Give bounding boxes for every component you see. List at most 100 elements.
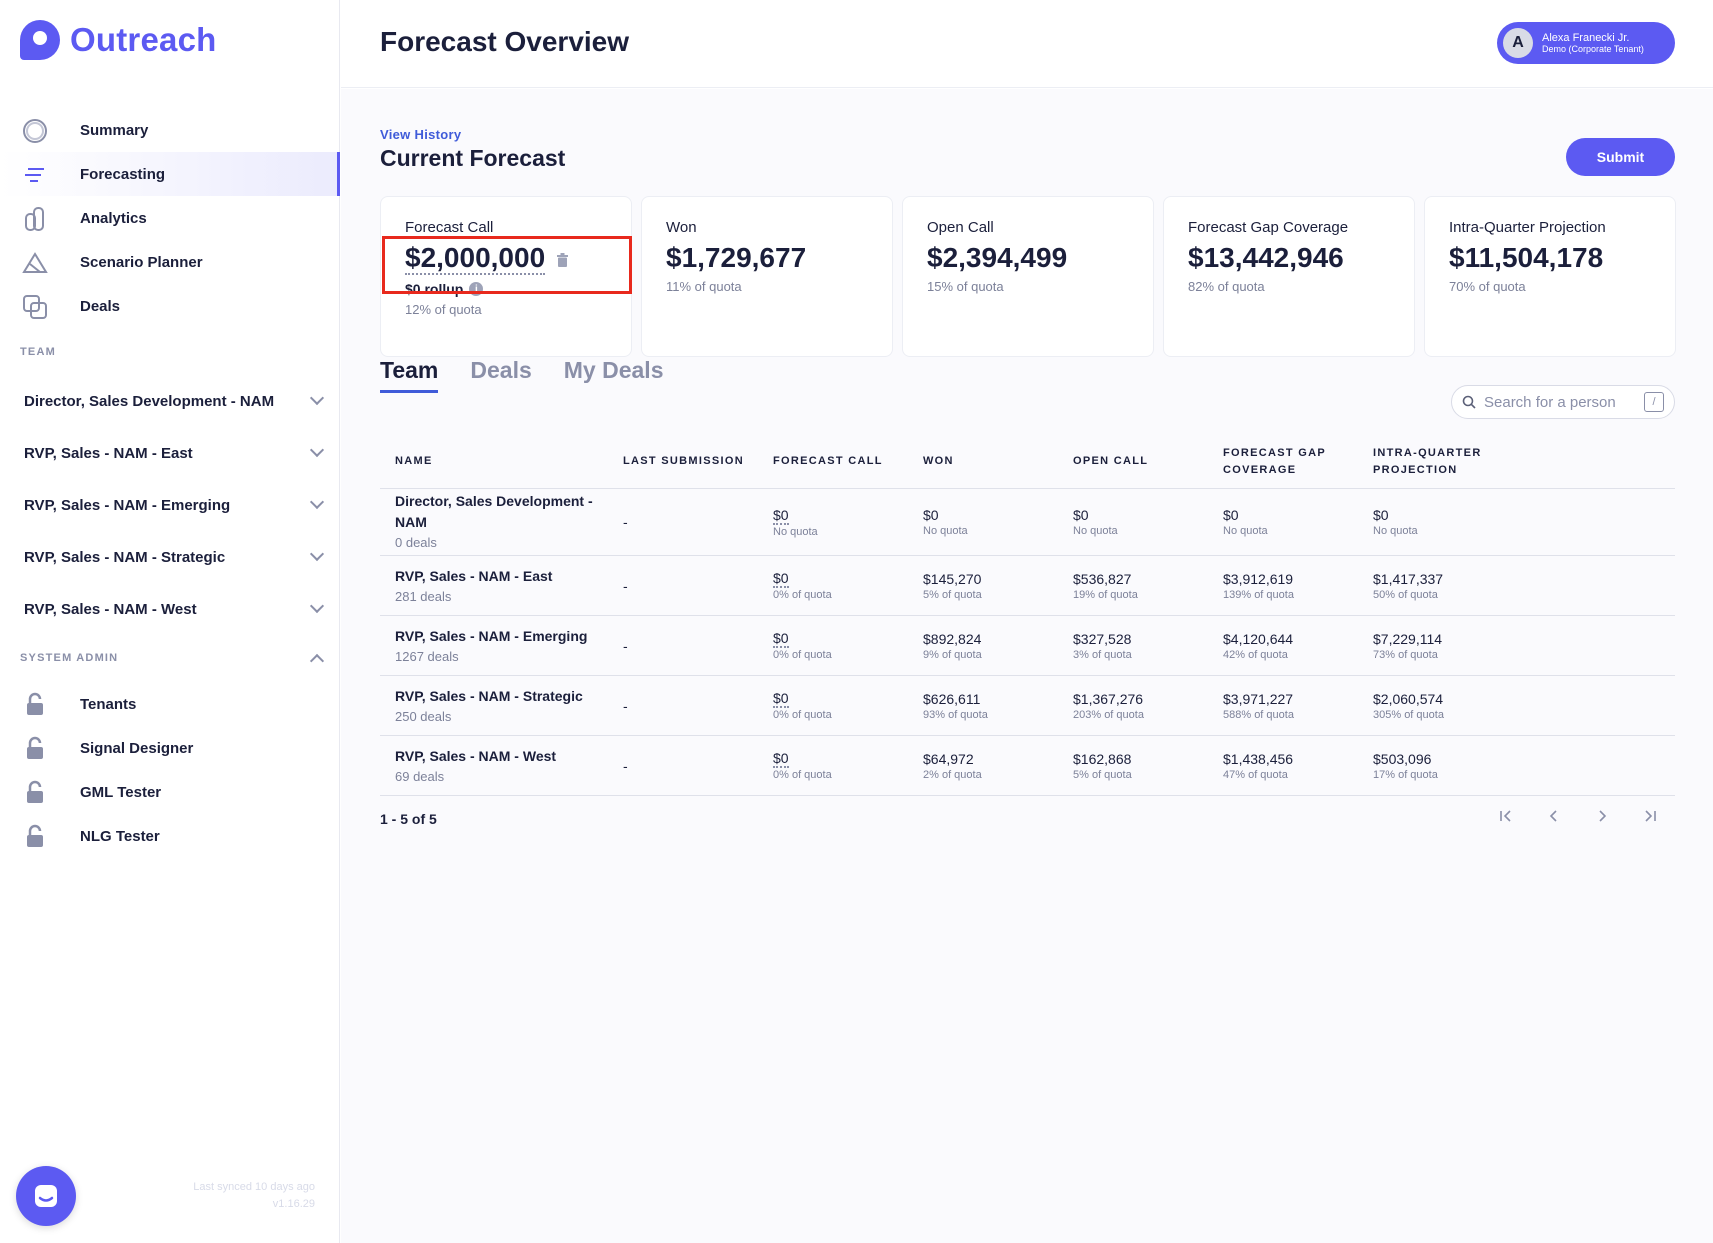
nav-item-label: Scenario Planner [80, 253, 203, 271]
team-section-label: TEAM [20, 346, 56, 358]
cell-value: $327,528 [1073, 630, 1132, 647]
chevron-down-icon[interactable] [309, 390, 325, 406]
cell-subtext: 5% of quota [923, 588, 982, 601]
cell-value: $162,868 [1073, 750, 1132, 767]
team-item-director-sales-development[interactable]: Director, Sales Development - NAM [0, 375, 340, 427]
cell-subtext: 0% of quota [773, 709, 832, 721]
nav-item-deals[interactable]: Deals [0, 284, 340, 328]
top-header: Forecast Overview A Alexa Franecki Jr. D… [341, 0, 1713, 88]
cell-value: $626,611 [923, 690, 981, 707]
cell-subtext: 0% of quota [773, 769, 832, 781]
outreach-logo[interactable]: Outreach [20, 20, 216, 60]
intra-quarter-projection-card: Intra-Quarter Projection $11,504,178 70%… [1424, 196, 1676, 357]
forecast-call-edit[interactable]: $0 [773, 507, 789, 525]
last-page-icon[interactable] [1639, 805, 1661, 827]
next-page-icon[interactable] [1591, 805, 1613, 827]
row-name[interactable]: RVP, Sales - NAM - Strategic [395, 685, 623, 707]
col-header-forecast-gap-coverage[interactable]: FORECAST GAP COVERAGE [1223, 445, 1373, 479]
chevron-down-icon[interactable] [309, 442, 325, 458]
table-row[interactable]: RVP, Sales - NAM - West 69 deals - $0 0%… [380, 736, 1675, 796]
nav-item-gml-tester[interactable]: GML Tester [0, 770, 340, 814]
chat-icon [35, 1185, 57, 1207]
team-item-label: Director, Sales Development - NAM [24, 392, 275, 410]
row-name[interactable]: RVP, Sales - NAM - West [395, 745, 623, 767]
cell-value: $4,120,644 [1223, 630, 1294, 647]
forecast-call-edit[interactable]: $0 [773, 630, 789, 648]
chevron-down-icon[interactable] [309, 598, 325, 614]
table-row[interactable]: RVP, Sales - NAM - Emerging 1267 deals -… [380, 616, 1675, 676]
nav-item-signal-designer[interactable]: Signal Designer [0, 726, 340, 770]
tab-team[interactable]: Team [380, 357, 439, 393]
current-forecast-title: Current Forecast [380, 145, 566, 171]
cell-value: $1,417,337 [1373, 570, 1444, 587]
deals-icon [22, 294, 48, 320]
submit-button[interactable]: Submit [1566, 138, 1675, 176]
cell-projection: $0 No quota [1373, 506, 1523, 538]
forecast-call-edit[interactable]: $0 [773, 690, 789, 708]
tab-my-deals[interactable]: My Deals [564, 357, 664, 393]
user-menu-button[interactable]: A Alexa Franecki Jr. Demo (Corporate Ten… [1497, 22, 1675, 64]
system-admin-header[interactable]: SYSTEM ADMIN [0, 646, 340, 670]
col-header-open-call[interactable]: OPEN CALL [1073, 453, 1223, 470]
unlock-icon [22, 736, 48, 762]
cell-subtext: 50% of quota [1373, 588, 1438, 601]
col-header-forecast-call[interactable]: FORECAST CALL [773, 453, 923, 470]
forecast-call-edit[interactable]: $0 [773, 750, 789, 768]
cell-name: Director, Sales Development - NAM 0 deal… [380, 491, 623, 553]
nav-item-label: Signal Designer [80, 739, 194, 757]
forecast-call-edit[interactable]: $0 [773, 570, 789, 588]
team-item-rvp-emerging[interactable]: RVP, Sales - NAM - Emerging [0, 479, 340, 531]
cell-subtext: 93% of quota [923, 708, 988, 721]
chevron-down-icon[interactable] [309, 546, 325, 562]
cell-subtext: 47% of quota [1223, 768, 1288, 781]
cell-forecast-call: $0 No quota [773, 506, 923, 539]
cell-value: $503,096 [1373, 750, 1432, 767]
col-header-last-submission[interactable]: LAST SUBMISSION [623, 453, 773, 470]
nav-item-analytics[interactable]: Analytics [0, 196, 340, 240]
unlock-icon [22, 780, 48, 806]
first-page-icon[interactable] [1495, 805, 1517, 827]
nav-item-nlg-tester[interactable]: NLG Tester [0, 814, 340, 858]
card-title: Forecast Gap Coverage [1188, 219, 1349, 236]
system-admin-section-label: SYSTEM ADMIN [20, 652, 119, 664]
chevron-up-icon[interactable] [309, 653, 325, 669]
pagination-controls [1495, 805, 1661, 827]
team-item-rvp-west[interactable]: RVP, Sales - NAM - West [0, 583, 340, 635]
team-item-rvp-strategic[interactable]: RVP, Sales - NAM - Strategic [0, 531, 340, 583]
chevron-down-icon[interactable] [309, 494, 325, 510]
previous-page-icon[interactable] [1543, 805, 1565, 827]
tab-deals[interactable]: Deals [470, 357, 531, 393]
team-item-rvp-east[interactable]: RVP, Sales - NAM - East [0, 427, 340, 479]
team-item-label: RVP, Sales - NAM - Emerging [24, 496, 231, 514]
cell-subtext: 0% of quota [773, 589, 832, 601]
table-row[interactable]: Director, Sales Development - NAM 0 deal… [380, 489, 1675, 556]
sidebar: Outreach Summary Forecasting Analytics S… [0, 0, 340, 1243]
nav-item-scenario-planner[interactable]: Scenario Planner [0, 240, 340, 284]
cell-subtext: 588% of quota [1223, 708, 1294, 721]
row-name[interactable]: Director, Sales Development - NAM [395, 491, 623, 533]
row-name[interactable]: RVP, Sales - NAM - Emerging [395, 625, 623, 647]
search-input[interactable] [1484, 393, 1634, 411]
view-tabs: Team Deals My Deals [380, 357, 663, 393]
nav-item-summary[interactable]: Summary [0, 108, 340, 152]
team-item-label: RVP, Sales - NAM - East [24, 444, 193, 462]
chat-launcher-button[interactable] [16, 1166, 76, 1226]
cell-gap-coverage: $3,912,619 139% of quota [1223, 570, 1373, 602]
nav-item-forecasting[interactable]: Forecasting [0, 152, 340, 196]
table-row[interactable]: RVP, Sales - NAM - Strategic 250 deals -… [380, 676, 1675, 736]
row-name[interactable]: RVP, Sales - NAM - East [395, 565, 623, 587]
table-row[interactable]: RVP, Sales - NAM - East 281 deals - $0 0… [380, 556, 1675, 616]
cell-subtext: 3% of quota [1073, 648, 1132, 661]
cell-open-call: $162,868 5% of quota [1073, 750, 1223, 782]
card-title: Forecast Call [405, 219, 494, 236]
col-header-won[interactable]: WON [923, 453, 1073, 470]
nav-item-tenants[interactable]: Tenants [0, 682, 340, 726]
cell-subtext: 305% of quota [1373, 708, 1444, 721]
card-value: $11,504,178 [1449, 242, 1604, 273]
view-history-link[interactable]: View History [380, 127, 461, 142]
col-header-name[interactable]: NAME [380, 453, 623, 470]
cell-forecast-call: $0 0% of quota [773, 749, 923, 782]
col-header-intra-quarter-projection[interactable]: INTRA-QUARTER PROJECTION [1373, 445, 1523, 479]
cell-subtext: 2% of quota [923, 768, 982, 781]
row-deals: 69 deals [395, 768, 445, 784]
